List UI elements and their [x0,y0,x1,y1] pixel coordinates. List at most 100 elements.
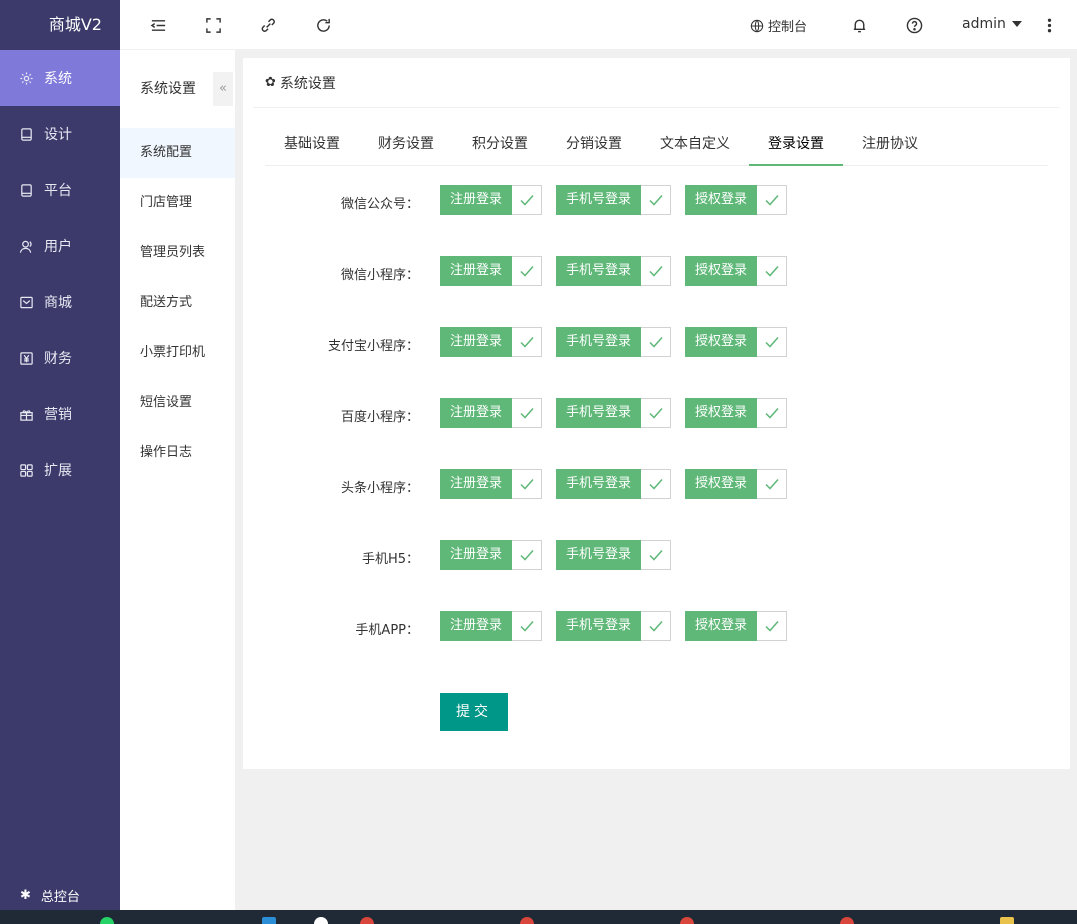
login-option-checkbox[interactable]: 注册登录 [440,256,543,286]
submenu-item-3[interactable]: 配送方式 [120,278,235,328]
checkbox-label: 手机号登录 [556,611,642,641]
check-icon [641,256,672,286]
settings-tabs: 基础设置 财务设置 积分设置 分销设置 文本自定义 登录设置 注册协议 [265,128,1048,166]
login-option-checkbox[interactable]: 手机号登录 [556,256,672,286]
form-row-label: 头条小程序： [340,481,419,496]
gear-icon: ✿ [265,75,276,90]
check-icon [757,185,788,215]
checkbox-label: 授权登录 [685,327,758,357]
nav-item-5[interactable]: 财务 [0,330,120,386]
checkbox-label: 授权登录 [685,611,758,641]
checkbox-label: 手机号登录 [556,256,642,286]
refresh-icon[interactable] [313,15,333,35]
submenu-item-6[interactable]: 操作日志 [120,428,235,478]
login-option-checkbox[interactable]: 手机号登录 [556,469,672,499]
yen-icon [18,350,34,366]
check-icon [641,398,672,428]
tab-2[interactable]: 积分设置 [453,128,547,166]
checkbox-label: 授权登录 [685,185,758,215]
nav-item-2[interactable]: 平台 [0,162,120,218]
login-option-checkbox[interactable]: 注册登录 [440,327,543,357]
checkbox-label: 手机号登录 [556,540,642,570]
menu-toggle-icon[interactable] [148,15,168,35]
tab-0[interactable]: 基础设置 [265,128,359,166]
tab-4[interactable]: 文本自定义 [641,128,749,166]
nav-items: 系统设计 平台 用户 商城 财务 营销 扩展 [0,50,120,498]
form-row-label: 微信小程序： [340,268,419,283]
check-icon [512,327,543,357]
submenu-item-1[interactable]: 门店管理 [120,178,235,228]
card-header: ✿ 系统设置 [253,58,1060,108]
link-icon[interactable] [258,15,278,35]
login-option-checkbox[interactable]: 手机号登录 [556,398,672,428]
nav-item-1[interactable]: 设计 [0,106,120,162]
taskbar-app-icon[interactable] [680,917,694,924]
fullscreen-icon[interactable] [203,15,223,35]
submit-button[interactable]: 提交 [440,693,508,731]
collapse-icon[interactable]: « [213,72,233,106]
login-option-checkbox[interactable]: 手机号登录 [556,611,672,641]
bell-icon[interactable] [849,15,869,35]
login-option-checkbox[interactable]: 注册登录 [440,469,543,499]
tab-1[interactable]: 财务设置 [359,128,453,166]
help-icon[interactable] [904,15,924,35]
checkbox-label: 注册登录 [440,185,513,215]
taskbar-app-icon[interactable] [262,917,276,924]
taskbar-app-icon[interactable] [100,917,114,924]
login-option-checkbox[interactable]: 授权登录 [685,398,788,428]
nav-console-link[interactable]: ✱ 总控台 [0,880,120,910]
login-option-checkbox[interactable]: 授权登录 [685,256,788,286]
login-option-checkbox[interactable]: 手机号登录 [556,540,672,570]
taskbar-app-icon[interactable] [520,917,534,924]
checkbox-label: 注册登录 [440,398,513,428]
tab-3[interactable]: 分销设置 [547,128,641,166]
more-vertical-icon[interactable] [1039,15,1059,35]
login-option-checkbox[interactable]: 注册登录 [440,611,543,641]
login-option-checkbox[interactable]: 授权登录 [685,327,788,357]
taskbar-app-icon[interactable] [840,917,854,924]
nav-console-label: 总控台 [40,889,80,905]
top-bar: 控制台 admin [120,0,1077,50]
login-option-checkbox[interactable]: 注册登录 [440,185,543,215]
submenu-item-0[interactable]: 系统配置 [120,128,235,178]
nav-item-7[interactable]: 扩展 [0,442,120,498]
submenu-item-4[interactable]: 小票打印机 [120,328,235,378]
nav-item-4[interactable]: 商城 [0,274,120,330]
nav-item-0[interactable]: 系统 [0,50,120,106]
login-option-checkbox[interactable]: 授权登录 [685,469,788,499]
settings-card: ✿ 系统设置 基础设置 财务设置 积分设置 分销设置 文本自定义 登录设置 注册协议 微信公… [243,58,1070,769]
login-settings-form: 微信公众号： 注册登录 手机号登录 授权登录 微信小程序： 注册登录 手机号登录 授权登录 支付… [243,185,1070,682]
taskbar-app-icon[interactable] [360,917,374,924]
check-icon [512,256,543,286]
check-icon [512,398,543,428]
tab-5[interactable]: 登录设置 [749,128,843,166]
nav-item-3[interactable]: 用户 [0,218,120,274]
login-option-checkbox[interactable]: 授权登录 [685,611,788,641]
form-row: 支付宝小程序： 注册登录 手机号登录 授权登录 [243,327,1070,398]
login-option-checkbox[interactable]: 授权登录 [685,185,788,215]
taskbar-app-icon[interactable] [1000,917,1014,924]
check-icon [641,611,672,641]
console-link[interactable]: 控制台 [750,16,807,35]
submenu-item-5[interactable]: 短信设置 [120,378,235,428]
os-taskbar [0,910,1077,924]
taskbar-app-icon[interactable] [314,917,328,924]
login-option-checkbox[interactable]: 手机号登录 [556,185,672,215]
mail-icon [18,294,34,310]
form-row-label: 百度小程序： [340,410,419,425]
user-menu[interactable]: admin [962,16,1022,32]
submenu-item-2[interactable]: 管理员列表 [120,228,235,278]
checkbox-group: 注册登录 手机号登录 授权登录 [440,185,801,215]
nav-item-6[interactable]: 营销 [0,386,120,442]
login-option-checkbox[interactable]: 手机号登录 [556,327,672,357]
checkbox-label: 授权登录 [685,469,758,499]
caret-down-icon [1011,21,1022,27]
tab-6[interactable]: 注册协议 [843,128,937,166]
checkbox-label: 授权登录 [685,256,758,286]
checkbox-label: 手机号登录 [556,327,642,357]
login-option-checkbox[interactable]: 注册登录 [440,540,543,570]
checkbox-group: 注册登录 手机号登录 授权登录 [440,327,801,357]
check-icon [757,256,788,286]
nav-item-label: 系统 [44,71,72,87]
login-option-checkbox[interactable]: 注册登录 [440,398,543,428]
